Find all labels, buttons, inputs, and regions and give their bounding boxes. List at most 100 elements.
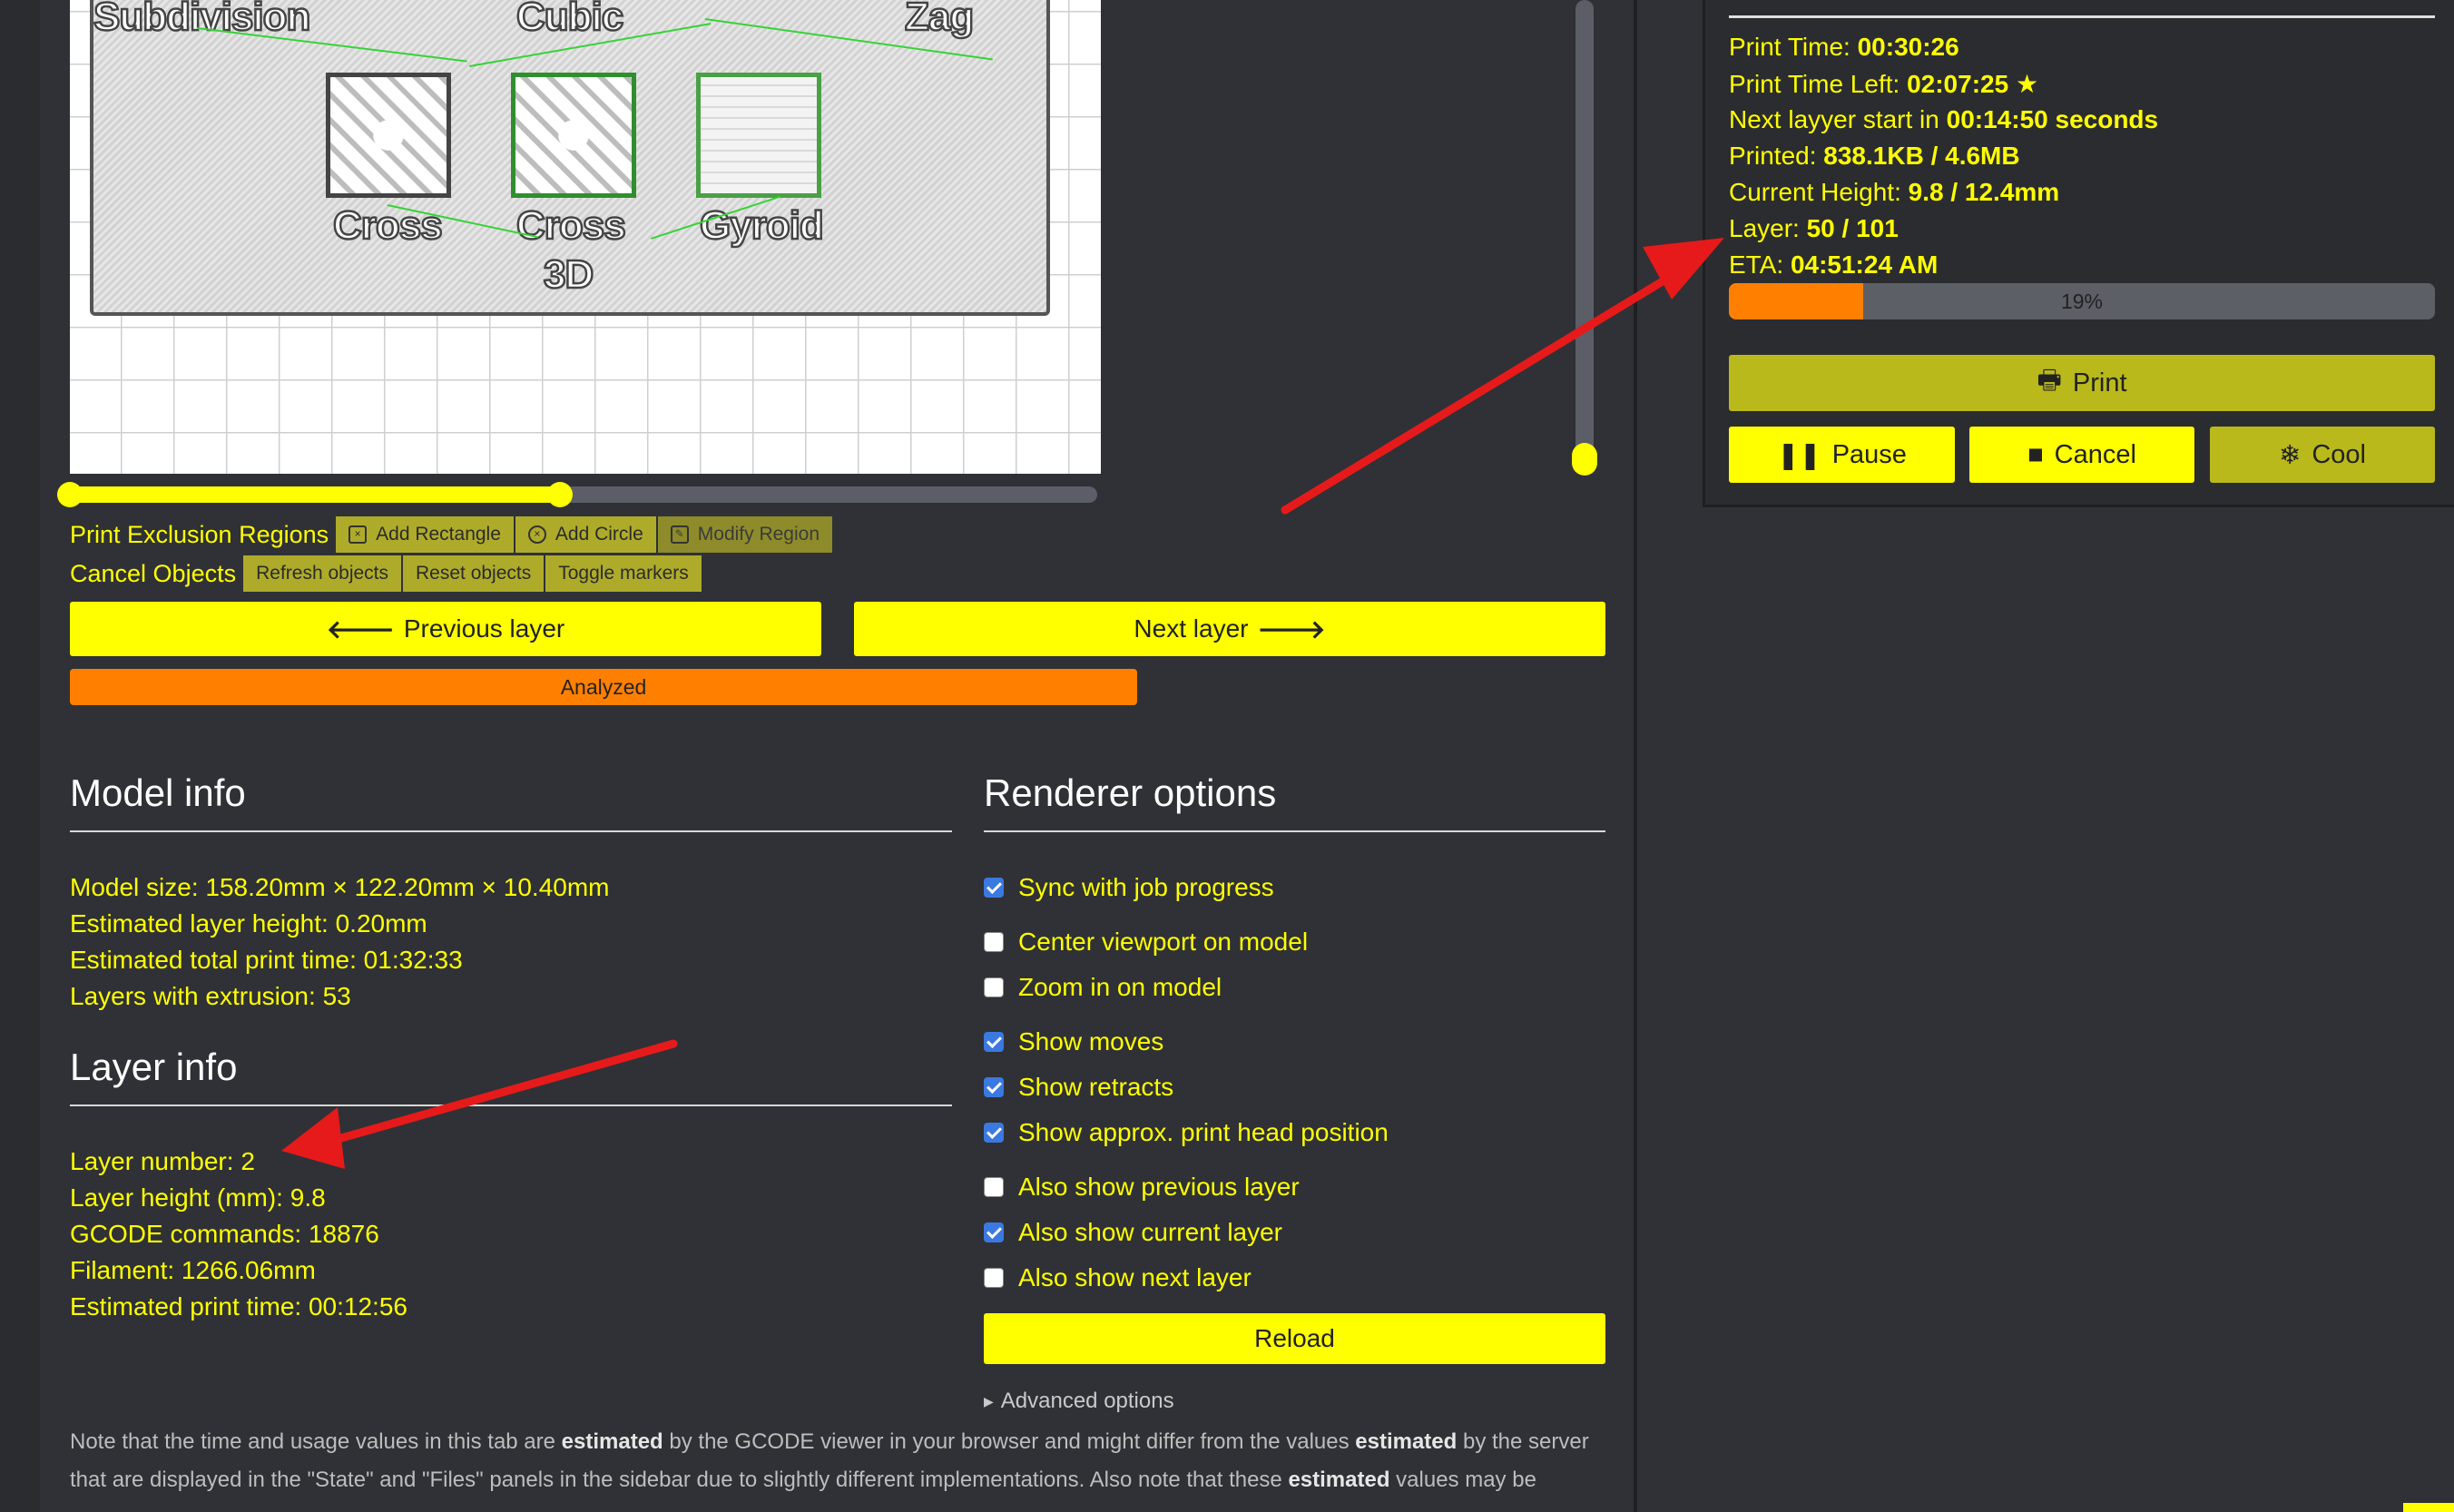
circle-x-icon: × [527,525,546,544]
state-panel-divider [1729,15,2435,18]
layer-progress-slider-fill [70,486,560,503]
star-icon: ★ [2008,70,2039,98]
option-sync-with-job-progress[interactable]: Sync with job progress [984,873,1274,902]
left-gutter [0,0,40,1512]
stat-label: Print Time Left: [1729,70,1908,98]
layer-info-title: Layer info [70,1046,238,1088]
note-text: values may be [1389,1468,1536,1492]
cancel-button[interactable]: ■ Cancel [1969,427,2194,483]
pause-button[interactable]: ❚❚ Pause [1729,427,1955,483]
toggle-markers-button[interactable]: Toggle markers [545,555,703,592]
arrow-right-icon: 🡒 [1257,615,1326,643]
part-cross[interactable] [326,73,451,198]
previous-layer-label: Previous layer [403,614,565,643]
previous-layer-button[interactable]: 🡐 Previous layer [70,602,821,656]
scroll-indicator [2403,1503,2454,1512]
stat-value: 50 / 101 [1806,214,1899,242]
reload-button[interactable]: Reload [984,1313,1605,1364]
add-circle-label: Add Circle [555,524,643,545]
stat-next-layer-start: Next layyer start in 00:14:50 seconds [1729,105,2158,134]
option-label: Zoom in on model [1018,973,1222,1001]
arrow-left-icon: 🡐 [326,615,395,643]
stat-label: Current Height: [1729,178,1909,206]
add-rectangle-label: Add Rectangle [376,524,501,545]
next-layer-label: Next layer [1134,614,1249,643]
stat-label: Print Time: [1729,33,1858,61]
option-show-retracts[interactable]: Show retracts [984,1073,1173,1102]
note-text: Note that the time and usage values in t… [70,1429,562,1454]
advanced-options-label: Advanced options [1000,1389,1174,1413]
print-button[interactable]: 🖶 Print [1729,355,2435,411]
panel-divider [1634,0,1637,1512]
stat-value: 04:51:24 AM [1790,250,1939,279]
checkbox[interactable] [984,1268,1004,1288]
option-show-next-layer[interactable]: Also show next layer [984,1263,1252,1292]
option-show-moves[interactable]: Show moves [984,1027,1163,1056]
stop-icon: ■ [2027,439,2044,469]
slider-end-knob[interactable] [547,482,573,507]
layer-slider-track[interactable] [1575,0,1594,458]
note-emphasis: estimated [1288,1468,1390,1492]
slider-start-knob[interactable] [57,482,83,507]
print-progress-label: 19% [2060,290,2104,313]
gcode-viewer-canvas[interactable]: Subdivision Cubic Zag Cross Cross 3D Gyr… [70,0,1101,474]
checkbox[interactable] [984,1032,1004,1052]
stat-current-height: Current Height: 9.8 / 12.4mm [1729,178,2059,207]
part-label-cross: Cross [332,202,444,250]
advanced-options-toggle[interactable]: ▶ Advanced options [984,1389,1174,1414]
option-label: Sync with job progress [1018,873,1274,901]
option-label: Center viewport on model [1018,928,1309,956]
estimated-total-print-time: Estimated total print time: 01:32:33 [70,946,463,974]
edit-icon: ✎ [670,525,689,544]
note-emphasis: estimated [1355,1429,1458,1454]
cool-label: Cool [2312,439,2366,469]
part-cross-3d[interactable] [511,73,636,198]
rectangle-x-icon: × [348,525,368,544]
caret-right-icon: ▶ [984,1393,994,1409]
cancel-objects-label: Cancel Objects [70,559,237,587]
analysis-status-bar: Analyzed [70,669,1137,705]
checkbox[interactable] [984,1077,1004,1097]
stat-printed: Printed: 838.1KB / 4.6MB [1729,142,2020,171]
option-label: Also show current layer [1018,1218,1283,1246]
model-info-divider [70,830,952,832]
option-label: Show retracts [1018,1073,1174,1101]
option-zoom-in-on-model[interactable]: Zoom in on model [984,973,1222,1002]
stat-layer: Layer: 50 / 101 [1729,214,1899,243]
part-gyroid[interactable] [696,73,821,198]
estimation-note: Note that the time and usage values in t… [70,1423,1604,1499]
add-circle-button[interactable]: × Add Circle [515,516,658,553]
print-label: Print [2072,368,2127,398]
stat-print-time: Print Time: 00:30:26 [1729,33,1959,62]
layers-with-extrusion: Layers with extrusion: 53 [70,982,351,1010]
option-show-previous-layer[interactable]: Also show previous layer [984,1173,1300,1202]
option-show-print-head[interactable]: Show approx. print head position [984,1118,1389,1147]
layer-height: Layer height (mm): 9.8 [70,1183,326,1212]
option-center-viewport[interactable]: Center viewport on model [984,928,1308,957]
checkbox[interactable] [984,1222,1004,1242]
next-layer-button[interactable]: Next layer 🡒 [854,602,1605,656]
model-info-title: Model info [70,771,246,814]
option-label: Show approx. print head position [1018,1118,1389,1146]
cool-button[interactable]: ❄ Cool [2210,427,2435,483]
stat-value: 02:07:25 [1907,70,2009,98]
part-label-zag: Zag [904,0,976,40]
modify-region-button[interactable]: ✎ Modify Region [657,516,835,553]
layer-info-divider [70,1105,952,1106]
checkbox[interactable] [984,1123,1004,1143]
model-size: Model size: 158.20mm × 122.20mm × 10.40m… [70,873,610,901]
checkbox[interactable] [984,932,1004,952]
renderer-options-title: Renderer options [984,771,1277,814]
add-rectangle-button[interactable]: × Add Rectangle [336,516,515,553]
option-show-current-layer[interactable]: Also show current layer [984,1218,1282,1247]
modify-region-label: Modify Region [697,524,820,545]
checkbox[interactable] [984,878,1004,898]
reset-objects-button[interactable]: Reset objects [403,555,546,592]
checkbox[interactable] [984,977,1004,997]
stat-eta: ETA: 04:51:24 AM [1729,250,1938,280]
refresh-objects-button[interactable]: Refresh objects [243,555,403,592]
option-label: Also show next layer [1018,1263,1252,1291]
layer-slider-knob[interactable] [1572,443,1597,476]
part-label-subdivision: Subdivision [93,0,312,40]
checkbox[interactable] [984,1177,1004,1197]
